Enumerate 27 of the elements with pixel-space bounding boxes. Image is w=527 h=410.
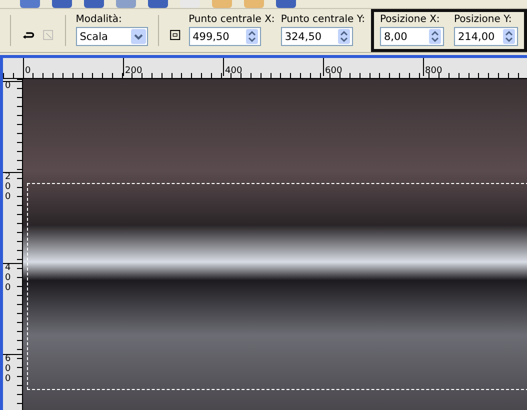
toolbar-icon[interactable] (52, 0, 72, 8)
field-label: Punto centrale Y: (280, 14, 365, 25)
number-field[interactable]: 214,00 (454, 27, 518, 46)
spin-arrows-icon[interactable] (338, 29, 350, 44)
ruler-label: 0 (24, 66, 31, 76)
field-label: Punto centrale X: (188, 14, 275, 25)
number-field[interactable]: 324,50 (280, 27, 353, 46)
ruler-label: 400 (224, 66, 242, 76)
toolbar-icon[interactable] (84, 0, 104, 8)
mode-dropdown[interactable]: Scala (76, 27, 148, 46)
field-label: Posizione Y: (454, 14, 513, 25)
spin-arrows-icon[interactable] (428, 29, 441, 44)
spin-arrows-icon[interactable] (502, 29, 515, 44)
toolbar-icon[interactable] (148, 0, 168, 8)
toolbar-icon[interactable] (20, 0, 40, 8)
spin-arrows-icon[interactable] (246, 29, 258, 44)
field-label: Posizione X: (380, 14, 441, 25)
ruler-label: 600 (324, 66, 342, 76)
number-field[interactable]: 499,50 (188, 27, 261, 46)
ruler-label: 200 (124, 66, 142, 76)
toolbar-icon[interactable] (116, 0, 136, 8)
selection-frame[interactable] (27, 183, 527, 390)
field-label: Modalità: (76, 14, 123, 25)
ruler-label: 800 (424, 66, 442, 76)
caret-icon[interactable] (130, 29, 146, 44)
number-field[interactable]: 8,00 (380, 27, 444, 46)
toolbar-icon[interactable] (276, 0, 296, 8)
